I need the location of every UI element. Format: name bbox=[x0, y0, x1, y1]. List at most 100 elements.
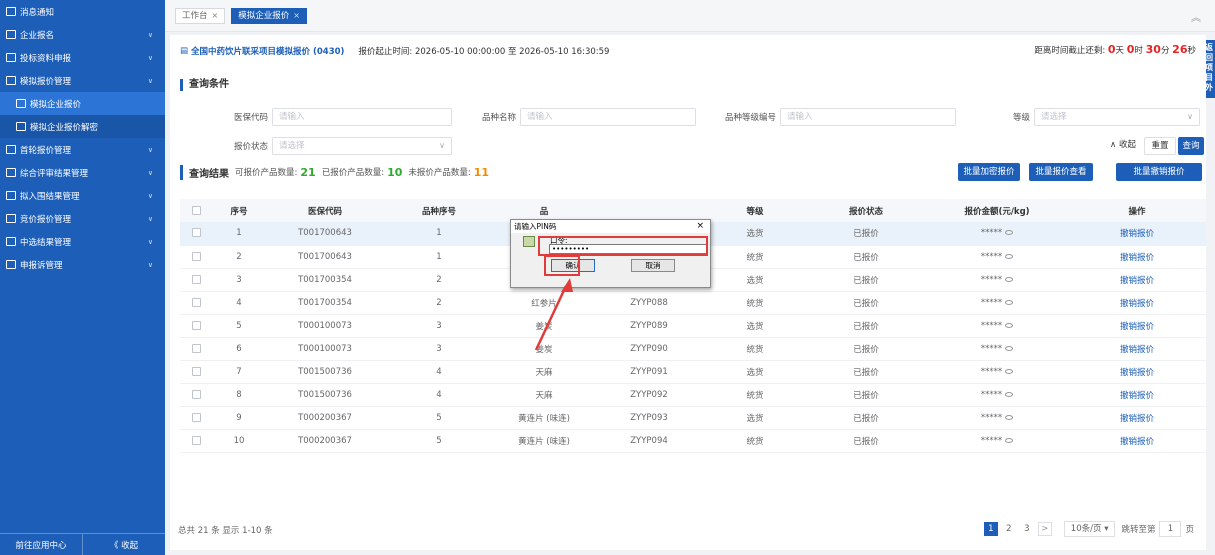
revoke-quote-link[interactable]: 撤销报价 bbox=[1068, 314, 1206, 338]
cell-text: 撤销报价 bbox=[1119, 367, 1154, 378]
table-row[interactable]: 10 T000200367 5 黄连片 (味连) ZYYP094 统货 已报价 ***** 撤销… bbox=[180, 429, 1206, 453]
sidebar-item[interactable]: 企业报名 ∨ bbox=[0, 23, 165, 46]
next-page-button[interactable]: > bbox=[1037, 522, 1052, 536]
chevron-down-icon: ∨ bbox=[147, 237, 153, 246]
revoke-quote-link[interactable]: 撤销报价 bbox=[1068, 291, 1206, 315]
product-name-input[interactable]: 请输入 bbox=[520, 108, 696, 126]
revoke-quote-link[interactable]: 撤销报价 bbox=[1068, 360, 1206, 384]
table-cell: ***** bbox=[926, 268, 1068, 292]
select-all-checkbox[interactable] bbox=[180, 199, 212, 222]
eye-icon[interactable] bbox=[1005, 345, 1014, 351]
grade-code-input[interactable]: 请输入 bbox=[780, 108, 956, 126]
page-button[interactable]: 1 bbox=[983, 522, 998, 536]
eye-icon[interactable] bbox=[1005, 230, 1014, 236]
grade-select[interactable]: 请选择 ∨ bbox=[1034, 108, 1200, 126]
sidebar-item[interactable]: 模拟报价管理 ∨ bbox=[0, 69, 165, 92]
insurance-code-input[interactable]: 请输入 bbox=[272, 108, 452, 126]
cell-text: 2 bbox=[236, 251, 242, 262]
hours-unit: 时 bbox=[1134, 46, 1143, 56]
sidebar-item[interactable]: 中选结果管理 ∨ bbox=[0, 230, 165, 253]
revoke-quote-link[interactable]: 撤销报价 bbox=[1068, 337, 1206, 361]
app-center-link[interactable]: 前往应用中心 bbox=[0, 534, 82, 555]
table-row[interactable]: 7 T001500736 4 天麻 ZYYP091 选货 已报价 ***** 撤销报价 bbox=[180, 360, 1206, 384]
cell-text: 撤销报价 bbox=[1119, 321, 1154, 332]
table-cell: T001700354 bbox=[266, 291, 384, 315]
tab-simulated-quote[interactable]: 模拟企业报价 × bbox=[231, 7, 307, 24]
countdown: 距离时间截止还剩: 0天 0时 30分 26秒 bbox=[1034, 43, 1196, 56]
batch-encrypt-button[interactable]: 批量加密报价 bbox=[958, 163, 1020, 181]
batch-revoke-button[interactable]: 批量撤销报价 bbox=[1116, 163, 1202, 181]
sidebar-item[interactable]: 消息通知 bbox=[0, 0, 165, 23]
cell-text: ***** bbox=[980, 274, 1003, 285]
page-button[interactable]: 2 bbox=[1002, 522, 1016, 536]
sidebar-item[interactable]: 竞价报价管理 ∨ bbox=[0, 207, 165, 230]
row-checkbox[interactable] bbox=[180, 222, 212, 246]
table-cell: 已报价 bbox=[806, 314, 926, 338]
sidebar-item[interactable]: 综合评审结果管理 ∨ bbox=[0, 161, 165, 184]
row-checkbox[interactable] bbox=[180, 337, 212, 361]
table-cell: 选货 bbox=[704, 268, 806, 292]
collapse-sidebar-button[interactable]: 《 收起 bbox=[82, 534, 165, 555]
cell-text: 已报价 bbox=[853, 298, 879, 309]
table-row[interactable]: 9 T000200367 5 黄连片 (味连) ZYYP093 选货 已报价 ***** 撤销报… bbox=[180, 406, 1206, 430]
table-row[interactable]: 4 T001700354 2 红参片 ZYYP088 统货 已报价 ***** 撤销报价 bbox=[180, 291, 1206, 315]
row-checkbox[interactable] bbox=[180, 291, 212, 315]
row-checkbox[interactable] bbox=[180, 245, 212, 269]
checkbox-icon bbox=[191, 343, 201, 353]
table-cell: 6 bbox=[212, 337, 266, 361]
eye-icon[interactable] bbox=[1005, 253, 1014, 259]
revoke-quote-link[interactable]: 撤销报价 bbox=[1068, 406, 1206, 430]
eye-icon[interactable] bbox=[1005, 437, 1014, 443]
eye-icon[interactable] bbox=[1005, 276, 1014, 282]
row-checkbox[interactable] bbox=[180, 406, 212, 430]
close-icon[interactable]: × bbox=[212, 11, 219, 20]
eye-icon[interactable] bbox=[1005, 299, 1014, 305]
page-button[interactable]: 3 bbox=[1020, 522, 1034, 536]
status-select[interactable]: 请选择 ∨ bbox=[272, 137, 452, 155]
jump-label: 跳转至第 bbox=[1121, 525, 1156, 535]
collapse-query-button[interactable]: ∧ 收起 bbox=[1102, 137, 1144, 155]
eye-icon[interactable] bbox=[1005, 368, 1014, 374]
eye-icon[interactable] bbox=[1005, 322, 1014, 328]
close-icon[interactable]: × bbox=[696, 220, 704, 233]
search-button[interactable]: 查询 bbox=[1178, 137, 1204, 155]
sidebar-item[interactable]: 拟入围结果管理 ∨ bbox=[0, 184, 165, 207]
eye-icon[interactable] bbox=[1005, 391, 1014, 397]
collapse-up-icon[interactable]: ︽ bbox=[1191, 9, 1201, 24]
close-icon[interactable]: × bbox=[293, 11, 300, 20]
table-cell: T001700643 bbox=[266, 222, 384, 246]
sidebar-item[interactable]: 模拟企业报价 bbox=[0, 92, 165, 115]
revoke-quote-link[interactable]: 撤销报价 bbox=[1068, 429, 1206, 453]
chevron-down-icon: ∨ bbox=[147, 145, 153, 154]
table-cell: ***** bbox=[926, 314, 1068, 338]
reset-button[interactable]: 重置 bbox=[1144, 137, 1176, 155]
row-checkbox[interactable] bbox=[180, 360, 212, 384]
revoke-quote-link[interactable]: 撤销报价 bbox=[1068, 268, 1206, 292]
row-checkbox[interactable] bbox=[180, 383, 212, 407]
eye-icon[interactable] bbox=[1005, 414, 1014, 420]
revoke-quote-link[interactable]: 撤销报价 bbox=[1068, 222, 1206, 246]
checkbox-icon bbox=[191, 274, 201, 284]
sidebar-item[interactable]: 首轮报价管理 ∨ bbox=[0, 138, 165, 161]
cancel-button[interactable]: 取消 bbox=[631, 259, 675, 272]
revoke-quote-link[interactable]: 撤销报价 bbox=[1068, 245, 1206, 269]
sidebar-item[interactable]: 投标资料申报 ∨ bbox=[0, 46, 165, 69]
row-checkbox[interactable] bbox=[180, 268, 212, 292]
table-cell: ***** bbox=[926, 337, 1068, 361]
document-icon: ▤ bbox=[180, 46, 189, 56]
table-row[interactable]: 6 T000100073 3 姜炭 ZYYP090 统货 已报价 ***** 撤销报价 bbox=[180, 337, 1206, 361]
revoke-quote-link[interactable]: 撤销报价 bbox=[1068, 383, 1206, 407]
row-checkbox[interactable] bbox=[180, 314, 212, 338]
page-size-select[interactable]: 10条/页 ▾ bbox=[1063, 521, 1116, 537]
menu-icon bbox=[16, 99, 26, 108]
cell-text: T000200367 bbox=[298, 412, 352, 423]
jump-page-input[interactable]: 1 bbox=[1159, 521, 1182, 537]
table-row[interactable]: 5 T000100073 3 姜炭 ZYYP089 选货 已报价 ***** 撤销报价 bbox=[180, 314, 1206, 338]
row-checkbox[interactable] bbox=[180, 429, 212, 453]
sidebar-item[interactable]: 模拟企业报价解密 bbox=[0, 115, 165, 138]
sidebar-item[interactable]: 申报诉管理 ∨ bbox=[0, 253, 165, 276]
cell-text: ***** bbox=[980, 389, 1003, 400]
table-row[interactable]: 8 T001500736 4 天麻 ZYYP092 统货 已报价 ***** 撤销报价 bbox=[180, 383, 1206, 407]
tab-workbench[interactable]: 工作台 × bbox=[175, 7, 226, 24]
batch-view-button[interactable]: 批量报价查看 bbox=[1029, 163, 1093, 181]
